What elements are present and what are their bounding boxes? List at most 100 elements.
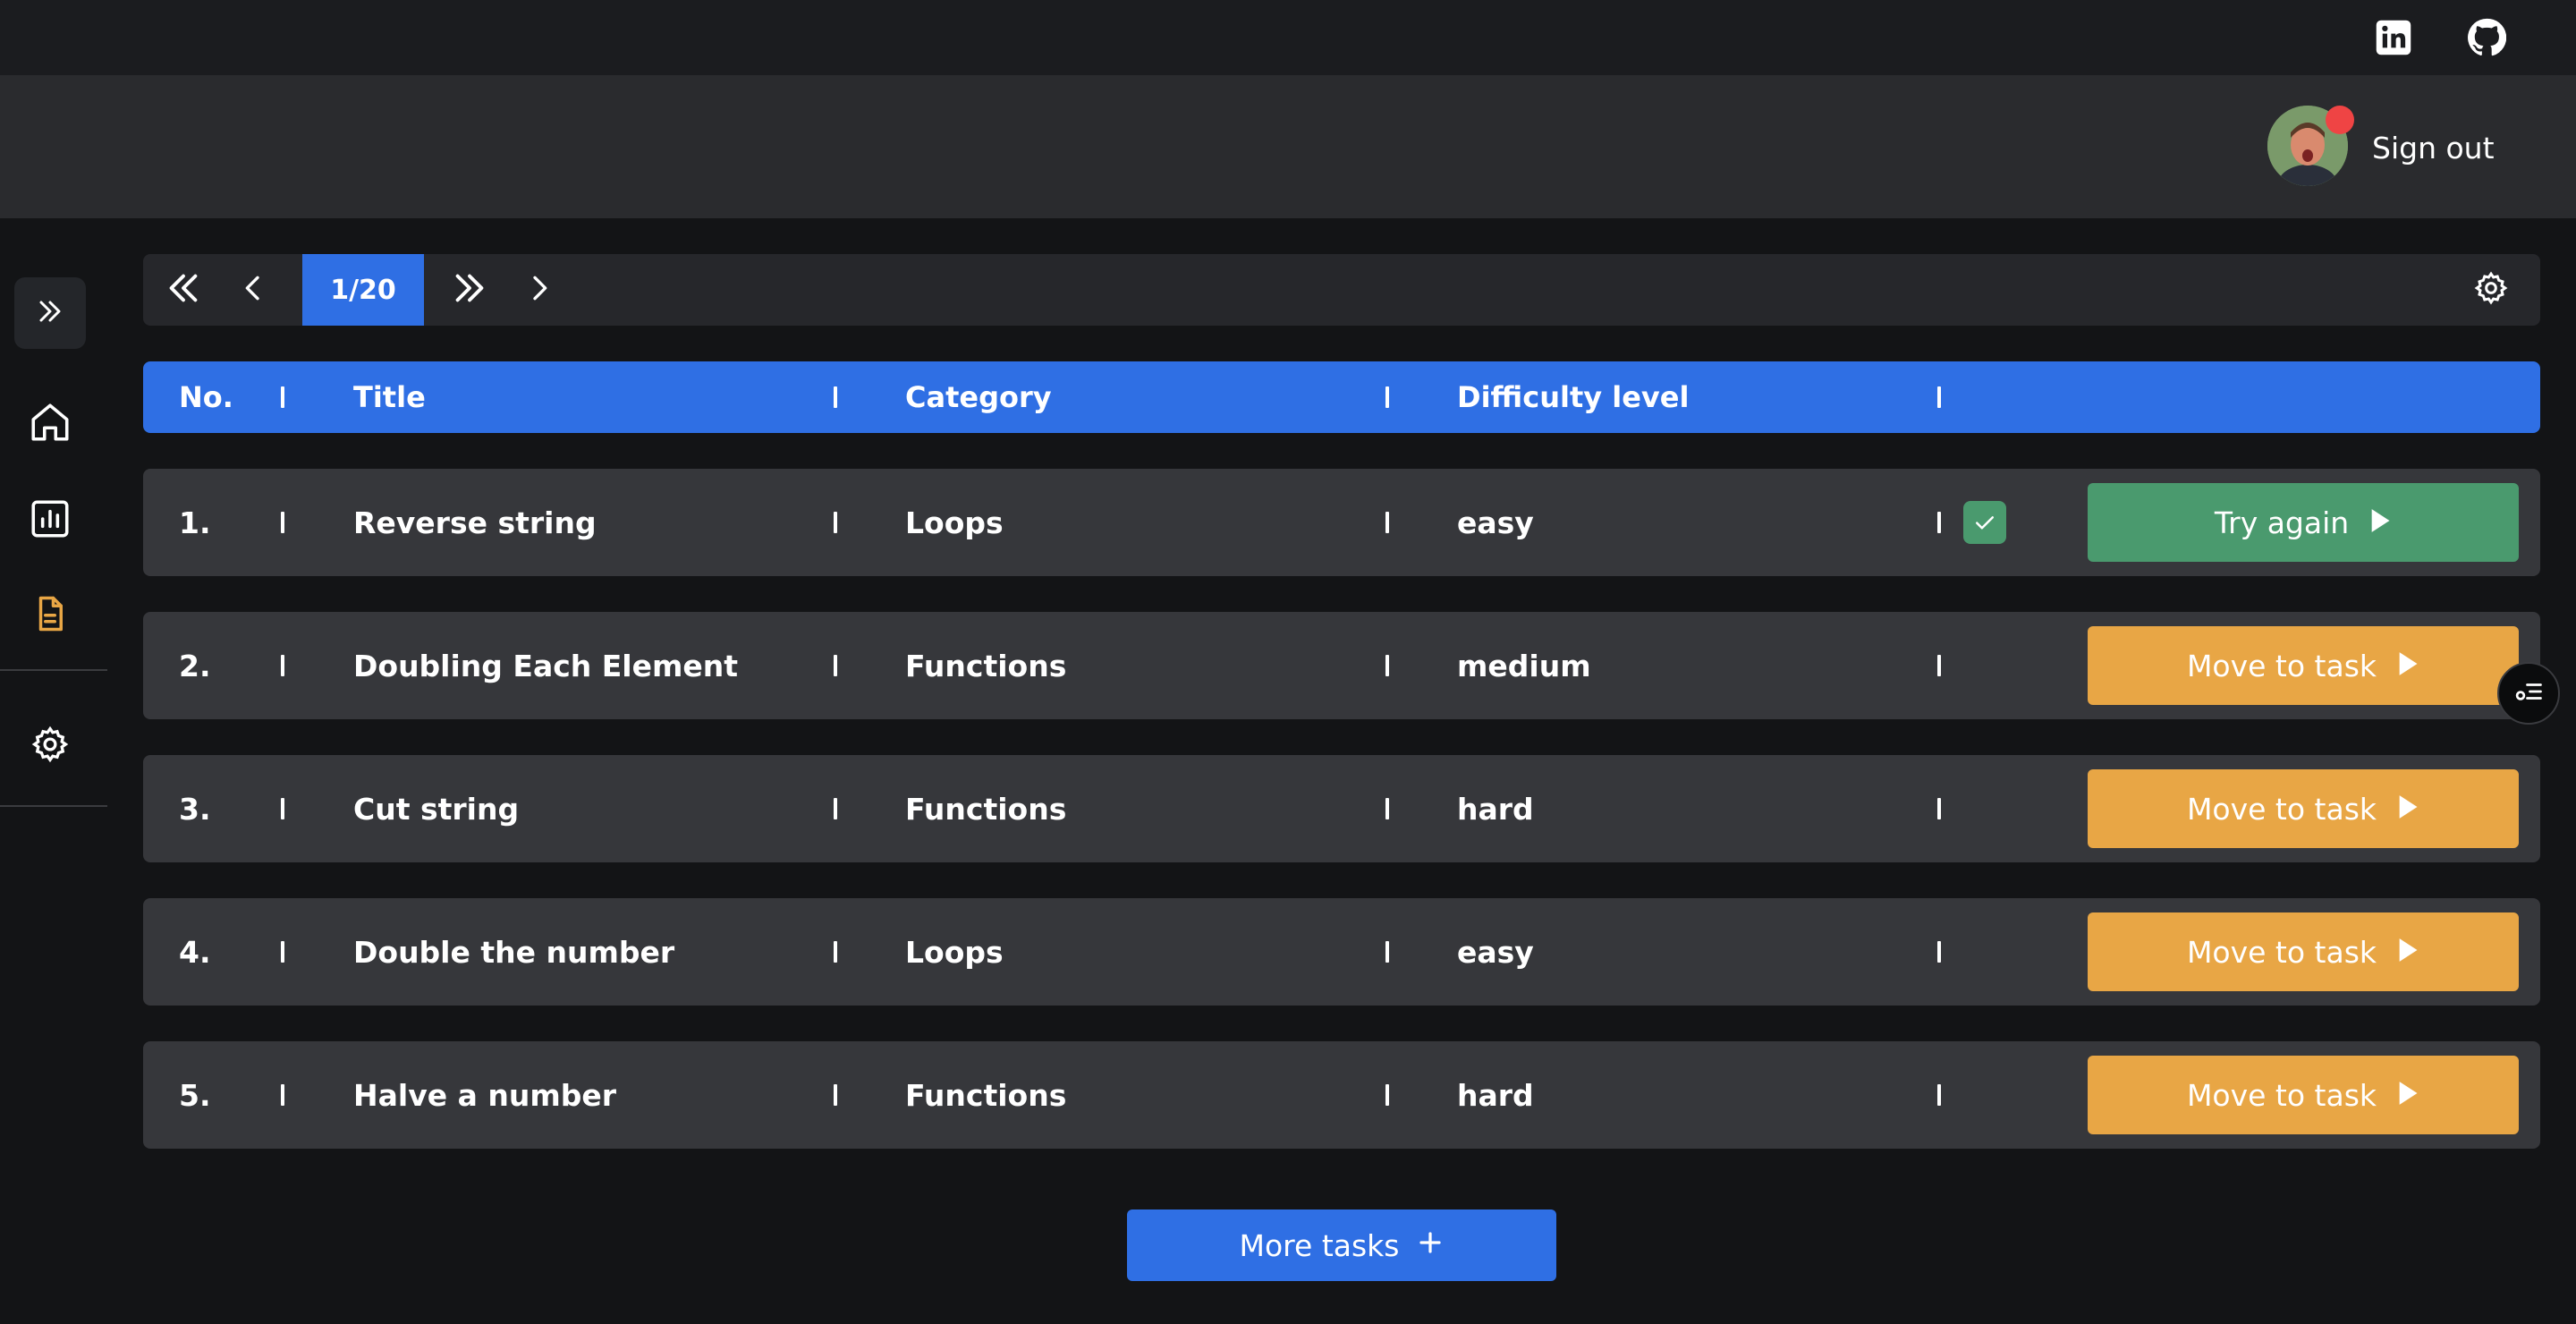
- double-chevron-left-icon: [163, 267, 204, 312]
- task-category: Functions: [905, 648, 1067, 683]
- play-icon: [2396, 1078, 2419, 1113]
- task-title: Double the number: [353, 934, 675, 970]
- try-again-button[interactable]: Try again: [2088, 483, 2519, 562]
- previous-page-button[interactable]: [222, 254, 284, 326]
- double-chevron-right-icon: [449, 267, 490, 312]
- column-separator: [1937, 1084, 1941, 1106]
- sidebar-item-tasks[interactable]: [18, 583, 82, 648]
- column-separator: [1385, 798, 1389, 819]
- sidebar-item-settings[interactable]: [18, 714, 82, 778]
- completed-check-icon: [1963, 501, 2006, 544]
- linkedin-icon[interactable]: [2372, 16, 2415, 59]
- play-icon: [2396, 649, 2419, 683]
- column-separator: [281, 1084, 284, 1106]
- plus-icon: [1417, 1228, 1444, 1263]
- floating-helper-button[interactable]: [2497, 662, 2560, 725]
- sidebar-divider: [0, 669, 107, 671]
- task-difficulty: easy: [1457, 505, 1534, 540]
- column-header-category: Category: [905, 380, 1052, 414]
- column-separator: [1937, 655, 1941, 676]
- task-difficulty: easy: [1457, 934, 1534, 970]
- column-separator: [1937, 512, 1941, 533]
- task-title: Halve a number: [353, 1077, 616, 1113]
- column-separator: [281, 798, 284, 819]
- table-settings-button[interactable]: [2460, 254, 2522, 326]
- task-category: Functions: [905, 1077, 1067, 1113]
- more-tasks-button[interactable]: More tasks: [1127, 1209, 1556, 1281]
- task-title: Doubling Each Element: [353, 648, 739, 683]
- column-separator: [1937, 386, 1941, 408]
- column-separator: [1385, 1084, 1389, 1106]
- header: [0, 75, 2576, 218]
- move-to-task-button[interactable]: Move to task: [2088, 1056, 2519, 1134]
- page-indicator: 1/20: [302, 254, 424, 326]
- row-number: 3.: [179, 791, 211, 827]
- column-separator: [281, 386, 284, 408]
- action-label: Move to task: [2186, 791, 2377, 827]
- task-title: Reverse string: [353, 505, 597, 540]
- first-page-button[interactable]: [152, 254, 215, 326]
- column-separator: [834, 512, 837, 533]
- table-row: 3. Cut string Functions hard Move to tas…: [143, 755, 2540, 862]
- column-separator: [1937, 798, 1941, 819]
- column-separator: [1385, 386, 1389, 408]
- move-to-task-button[interactable]: Move to task: [2088, 626, 2519, 705]
- top-bar: [0, 0, 2576, 75]
- row-number: 4.: [179, 934, 211, 970]
- chevron-right-icon: [521, 270, 557, 310]
- list-settings-icon: [2512, 675, 2545, 711]
- next-page-button[interactable]: [508, 254, 571, 326]
- column-separator: [1937, 941, 1941, 963]
- notification-badge: [2326, 106, 2354, 134]
- row-number: 2.: [179, 648, 211, 683]
- column-separator: [281, 941, 284, 963]
- gear-icon: [2473, 270, 2509, 310]
- column-separator: [834, 941, 837, 963]
- gear-icon: [30, 725, 70, 768]
- play-icon: [2368, 505, 2392, 540]
- table-row: 1. Reverse string Loops easy Try again: [143, 469, 2540, 576]
- column-header-difficulty: Difficulty level: [1457, 380, 1690, 414]
- task-title: Cut string: [353, 791, 520, 827]
- move-to-task-button[interactable]: Move to task: [2088, 769, 2519, 848]
- task-category: Loops: [905, 505, 1004, 540]
- row-number: 1.: [179, 505, 211, 540]
- sidebar: [0, 218, 107, 1324]
- task-difficulty: hard: [1457, 791, 1534, 827]
- home-icon: [28, 400, 72, 448]
- column-header-title: Title: [353, 380, 426, 414]
- play-icon: [2396, 792, 2419, 827]
- last-page-button[interactable]: [438, 254, 501, 326]
- task-difficulty: hard: [1457, 1077, 1534, 1113]
- sidebar-expand-button[interactable]: [14, 277, 86, 349]
- pagination-toolbar: 1/20: [143, 254, 2540, 326]
- table-row: 4. Double the number Loops easy Move to …: [143, 898, 2540, 1006]
- column-separator: [1385, 512, 1389, 533]
- chart-icon: [28, 496, 72, 545]
- play-icon: [2396, 935, 2419, 970]
- task-difficulty: medium: [1457, 648, 1591, 683]
- column-separator: [834, 386, 837, 408]
- task-category: Functions: [905, 791, 1067, 827]
- move-to-task-button[interactable]: Move to task: [2088, 912, 2519, 991]
- chevron-left-icon: [235, 270, 271, 310]
- double-chevron-right-icon: [32, 293, 68, 333]
- sign-out-button[interactable]: Sign out: [2361, 125, 2505, 170]
- github-icon[interactable]: [2465, 16, 2508, 59]
- more-tasks-label: More tasks: [1239, 1227, 1400, 1263]
- column-separator: [834, 655, 837, 676]
- column-separator: [834, 798, 837, 819]
- action-label: Move to task: [2186, 934, 2377, 970]
- table-row: 5. Halve a number Functions hard Move to…: [143, 1041, 2540, 1149]
- table-row: 2. Doubling Each Element Functions mediu…: [143, 612, 2540, 719]
- action-label: Move to task: [2186, 1077, 2377, 1113]
- action-label: Try again: [2214, 505, 2350, 540]
- column-header-no: No.: [179, 380, 233, 414]
- action-label: Move to task: [2186, 648, 2377, 683]
- sidebar-item-home[interactable]: [18, 392, 82, 456]
- table-header: No. Title Category Difficulty level: [143, 361, 2540, 433]
- column-separator: [281, 655, 284, 676]
- task-category: Loops: [905, 934, 1004, 970]
- sidebar-item-statistics[interactable]: [18, 488, 82, 553]
- document-icon: [31, 595, 69, 636]
